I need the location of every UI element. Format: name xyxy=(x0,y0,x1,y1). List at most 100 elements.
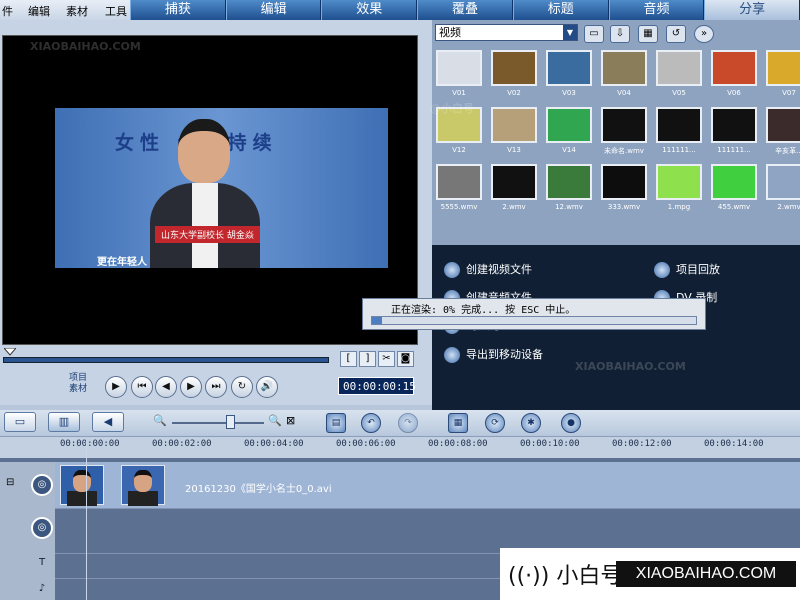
options-icon[interactable]: ▦ xyxy=(638,25,658,43)
enlarge-icon[interactable]: ◙ xyxy=(397,351,414,367)
library-thumbnail-label: V13 xyxy=(507,146,521,154)
library-thumbnail[interactable] xyxy=(656,50,702,86)
library-thumbnail[interactable] xyxy=(711,107,757,143)
chapter-point-icon[interactable]: ● xyxy=(561,413,581,433)
library-thumbnail[interactable] xyxy=(601,50,647,86)
tab-audio[interactable]: 音频 xyxy=(608,0,705,20)
library-thumbnail[interactable] xyxy=(601,107,647,143)
title-track-icon[interactable]: T xyxy=(31,554,53,576)
insert-media-icon[interactable]: ▤ xyxy=(326,413,346,433)
refresh-icon[interactable]: ↺ xyxy=(666,25,686,43)
timeline-ruler[interactable]: 00:00:00:00 00:00:02:00 00:00:04:00 00:00:0… xyxy=(0,436,800,458)
zoom-slider[interactable] xyxy=(172,422,264,424)
expand-icon[interactable]: » xyxy=(694,25,714,43)
overlay-track-icon[interactable]: ◎ xyxy=(31,517,53,539)
brand-url: XIAOBAIHAO.COM xyxy=(616,561,796,587)
menu-tools[interactable]: 工具 xyxy=(105,3,127,19)
smart-proxy-icon[interactable]: ▦ xyxy=(448,413,468,433)
project-mode-label[interactable]: 项目 xyxy=(69,373,87,384)
fit-project-icon[interactable]: ⊠ xyxy=(286,414,295,427)
tab-edit[interactable]: 编辑 xyxy=(225,0,322,20)
ruler-tick-label: 00:00:10:00 xyxy=(520,439,580,449)
import-icon[interactable]: ⇩ xyxy=(610,25,630,43)
library-thumbnail[interactable] xyxy=(491,164,537,200)
tab-effect[interactable]: 效果 xyxy=(321,0,418,20)
track-manager-icon[interactable]: ⊟ xyxy=(6,477,14,488)
library-thumbnail[interactable] xyxy=(711,50,757,86)
menu-clip[interactable]: 素材 xyxy=(66,3,88,19)
next-frame-icon[interactable]: ▶ xyxy=(180,376,202,398)
playhead[interactable] xyxy=(86,440,87,600)
audio-mixer-icon[interactable]: ✱ xyxy=(521,413,541,433)
library-thumbnail-label: 333.wmv xyxy=(607,203,641,211)
brand-overlay: ((·)) 小白号 XIAOBAIHAO.COM xyxy=(500,548,800,600)
clip-thumbnail[interactable] xyxy=(60,465,104,506)
library-thumbnail-label: V06 xyxy=(727,89,741,97)
library-thumbnail[interactable] xyxy=(491,107,537,143)
batch-convert-icon[interactable]: ⟳ xyxy=(485,413,505,433)
prev-frame-icon[interactable]: ◀ xyxy=(155,376,177,398)
video-track-icon[interactable]: ◎ xyxy=(31,474,53,496)
zoom-in-icon[interactable]: 🔍 xyxy=(268,414,282,427)
library-thumbnail[interactable] xyxy=(436,164,482,200)
tab-title[interactable]: 标题 xyxy=(512,0,609,20)
tab-share[interactable]: 分享 xyxy=(704,0,800,20)
clip-thumbnail[interactable] xyxy=(121,465,165,506)
tab-overlay[interactable]: 覆叠 xyxy=(417,0,513,20)
create-video-file[interactable]: 创建视频文件 xyxy=(444,261,532,278)
trim-start-marker[interactable] xyxy=(4,348,16,356)
library-thumbnail[interactable] xyxy=(656,164,702,200)
render-progress-bar xyxy=(371,316,697,325)
library-thumbnail[interactable] xyxy=(766,107,800,143)
library-thumbnail[interactable] xyxy=(546,107,592,143)
end-icon[interactable]: ⏭ xyxy=(205,376,227,398)
repeat-icon[interactable]: ↻ xyxy=(231,376,253,398)
mark-out-button[interactable]: ] xyxy=(359,351,376,367)
storyboard-view-button[interactable]: ▭ xyxy=(4,412,36,432)
playback-mode-label[interactable]: 项目 素材 xyxy=(69,373,87,395)
scrub-bar[interactable] xyxy=(3,348,333,368)
audio-view-button[interactable]: ◀ xyxy=(92,412,124,432)
project-playback[interactable]: 项目回放 xyxy=(654,261,720,278)
ruler-tick-label: 00:00:14:00 xyxy=(704,439,764,449)
menu-file[interactable]: 件 xyxy=(2,3,13,19)
chevron-down-icon[interactable]: ▼ xyxy=(563,25,577,40)
library-thumbnail[interactable] xyxy=(766,50,800,86)
library-thumbnail-label: V02 xyxy=(507,89,521,97)
play-icon[interactable]: ▶ xyxy=(105,376,127,398)
render-progress-text: 正在渲染: 0% 完成... 按 ESC 中止。 xyxy=(391,305,576,316)
library-thumbnail-label: 未命名.wmv xyxy=(604,147,644,155)
timeline-view-button[interactable]: ▥ xyxy=(48,412,80,432)
undo-icon[interactable]: ↶ xyxy=(361,413,381,433)
library-thumbnail[interactable] xyxy=(601,164,647,200)
clip-name: 20161230《国学小名士0_0.avi xyxy=(185,484,332,495)
zoom-slider-thumb[interactable] xyxy=(226,415,235,429)
clip-mode-label[interactable]: 素材 xyxy=(69,384,87,395)
home-icon[interactable]: ⏮ xyxy=(131,376,153,398)
mobile-device-icon xyxy=(444,347,460,363)
library-thumbnail[interactable] xyxy=(711,164,757,200)
library-thumbnail[interactable] xyxy=(546,50,592,86)
ruler-tick-label: 00:00:12:00 xyxy=(612,439,672,449)
library-thumbnail[interactable] xyxy=(436,50,482,86)
track-divider xyxy=(55,508,800,509)
library-thumbnail-label: 5555.wmv xyxy=(440,203,478,211)
library-thumbnail[interactable] xyxy=(766,164,800,200)
export-mobile[interactable]: 导出到移动设备 xyxy=(444,346,543,363)
folder-open-icon[interactable]: ▭ xyxy=(584,25,604,43)
cut-icon[interactable]: ✂ xyxy=(378,351,395,367)
library-thumbnail[interactable] xyxy=(656,107,702,143)
redo-icon[interactable]: ↷ xyxy=(398,413,418,433)
library-thumbnail-label: V05 xyxy=(672,89,686,97)
zoom-out-icon[interactable]: 🔍 xyxy=(153,414,167,427)
timecode-display[interactable]: 00:00:00:15 xyxy=(338,377,416,395)
mark-in-button[interactable]: [ xyxy=(340,351,357,367)
voice-track-icon[interactable]: ♪ xyxy=(31,580,53,600)
tab-capture[interactable]: 捕获 xyxy=(130,0,226,20)
volume-icon[interactable]: 🔊 xyxy=(256,376,278,398)
library-thumbnail[interactable] xyxy=(491,50,537,86)
menu-edit[interactable]: 编辑 xyxy=(28,3,50,19)
video-track[interactable] xyxy=(55,462,800,508)
library-thumbnail[interactable] xyxy=(546,164,592,200)
library-category-select[interactable]: 视频 ▼ xyxy=(435,24,578,41)
